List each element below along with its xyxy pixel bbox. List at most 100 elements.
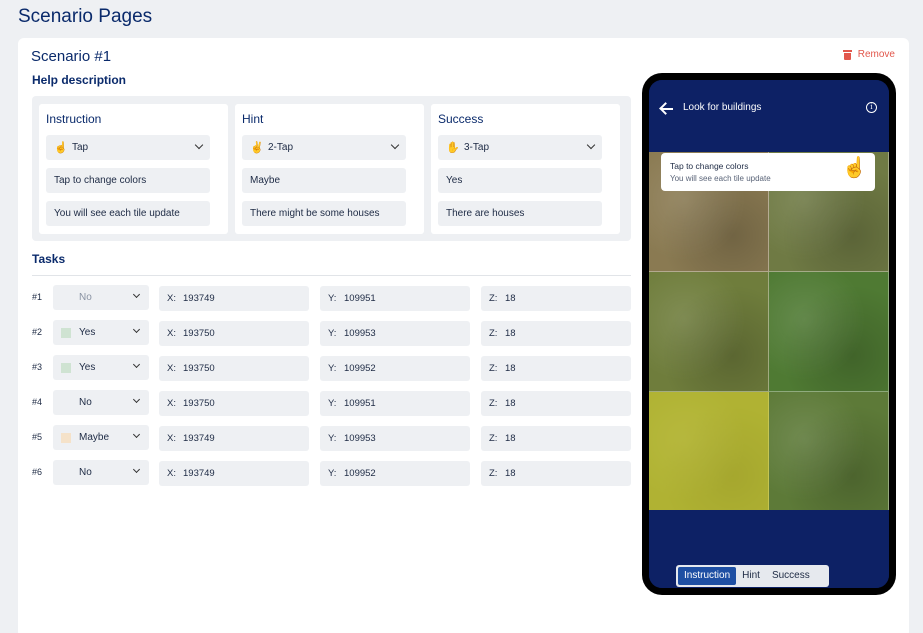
gesture-label: 2-Tap	[268, 142, 294, 153]
task-number: #4	[32, 397, 43, 407]
y-coordinate-field[interactable]: Y: 109952	[320, 461, 470, 486]
z-coordinate-field[interactable]: Z: 18	[481, 426, 631, 451]
z-coordinate-field[interactable]: Z: 18	[481, 461, 631, 486]
x-value: 193750	[183, 398, 215, 409]
y-coordinate-field[interactable]: Y: 109951	[320, 391, 470, 416]
answer-select[interactable]: No	[53, 390, 149, 415]
z-label: Z:	[489, 328, 498, 339]
chevron-down-icon	[586, 140, 596, 150]
answer-select[interactable]: No	[53, 460, 149, 485]
y-label: Y:	[328, 328, 337, 339]
help-text-field[interactable]: There might be some houses	[242, 201, 406, 226]
chevron-down-icon	[132, 465, 141, 474]
preview-tab-group: Instruction Hint Success	[676, 565, 829, 587]
tab-success[interactable]: Success	[766, 567, 816, 585]
help-column-title: Hint	[242, 112, 264, 126]
chevron-down-icon	[132, 395, 141, 404]
preview-title: Look for buildings	[683, 102, 762, 113]
tasks-divider	[32, 275, 631, 276]
task-row: #3 Yes X: 193750 Y: 109952 Z: 18	[32, 355, 632, 381]
back-arrow-icon[interactable]	[659, 102, 675, 116]
y-value: 109951	[344, 398, 376, 409]
answer-color-swatch	[61, 433, 71, 443]
x-coordinate-field[interactable]: X: 193750	[159, 356, 309, 381]
y-coordinate-field[interactable]: Y: 109952	[320, 356, 470, 381]
answer-select[interactable]: Yes	[53, 320, 149, 345]
z-value: 18	[505, 363, 516, 374]
x-label: X:	[167, 293, 176, 304]
gesture-select[interactable]: ✌ 2-Tap	[242, 135, 406, 160]
z-coordinate-field[interactable]: Z: 18	[481, 286, 631, 311]
x-label: X:	[167, 468, 176, 479]
gesture-select[interactable]: ✋ 3-Tap	[438, 135, 602, 160]
z-value: 18	[505, 468, 516, 479]
z-label: Z:	[489, 468, 498, 479]
gesture-label: Tap	[72, 142, 89, 153]
x-coordinate-field[interactable]: X: 193749	[159, 461, 309, 486]
chevron-down-icon	[390, 140, 400, 150]
x-coordinate-field[interactable]: X: 193750	[159, 321, 309, 346]
help-text-field[interactable]: Tap to change colors	[46, 168, 210, 193]
chevron-down-icon	[132, 430, 141, 439]
phone-screen: Look for buildings i Tap to change color…	[649, 80, 889, 588]
info-icon[interactable]: i	[866, 102, 877, 113]
task-number: #6	[32, 467, 43, 477]
x-coordinate-field[interactable]: X: 193750	[159, 391, 309, 416]
answer-color-swatch	[61, 328, 71, 338]
scenario-title: Scenario #1	[31, 48, 112, 65]
remove-label: Remove	[857, 49, 895, 60]
page-title: Scenario Pages	[18, 6, 153, 27]
y-coordinate-field[interactable]: Y: 109953	[320, 426, 470, 451]
x-label: X:	[167, 363, 176, 374]
answer-select[interactable]: Yes	[53, 355, 149, 380]
z-value: 18	[505, 398, 516, 409]
map-tile[interactable]	[649, 272, 769, 392]
tasks-heading: Tasks	[32, 252, 66, 266]
help-description-panel: Instruction ☝ Tap Tap to change colors You w…	[32, 96, 631, 241]
x-coordinate-field[interactable]: X: 193749	[159, 426, 309, 451]
z-value: 18	[505, 293, 516, 304]
phone-preview: Look for buildings i Tap to change color…	[642, 73, 896, 595]
y-value: 109952	[344, 468, 376, 479]
trash-icon	[842, 49, 852, 60]
task-row: #5 Maybe X: 193749 Y: 109953 Z: 18	[32, 425, 632, 451]
answer-label: Yes	[79, 327, 96, 338]
answer-select[interactable]: Maybe	[53, 425, 149, 450]
help-text-field[interactable]: Maybe	[242, 168, 406, 193]
x-coordinate-field[interactable]: X: 193749	[159, 286, 309, 311]
z-coordinate-field[interactable]: Z: 18	[481, 391, 631, 416]
y-label: Y:	[328, 293, 337, 304]
tile-color-overlay	[649, 392, 769, 510]
map-tile[interactable]	[769, 272, 889, 392]
scenario-card: Scenario #1 Remove Help description Inst…	[18, 38, 909, 633]
y-label: Y:	[328, 433, 337, 444]
y-coordinate-field[interactable]: Y: 109951	[320, 286, 470, 311]
z-coordinate-field[interactable]: Z: 18	[481, 356, 631, 381]
z-coordinate-field[interactable]: Z: 18	[481, 321, 631, 346]
z-value: 18	[505, 328, 516, 339]
answer-label: No	[79, 397, 92, 408]
help-text-field[interactable]: There are houses	[438, 201, 602, 226]
y-coordinate-field[interactable]: Y: 109953	[320, 321, 470, 346]
y-value: 109952	[344, 363, 376, 374]
answer-select[interactable]: No	[53, 285, 149, 310]
help-text-field[interactable]: Yes	[438, 168, 602, 193]
chevron-down-icon	[194, 140, 204, 150]
y-label: Y:	[328, 363, 337, 374]
z-label: Z:	[489, 293, 498, 304]
x-label: X:	[167, 398, 176, 409]
y-value: 109951	[344, 293, 376, 304]
help-column-instruction: Instruction ☝ Tap Tap to change colors You w…	[39, 104, 228, 234]
answer-label: No	[79, 292, 92, 303]
help-text-field[interactable]: You will see each tile update	[46, 201, 210, 226]
instruction-tooltip: Tap to change colors You will see each t…	[661, 153, 875, 191]
gesture-select[interactable]: ☝ Tap	[46, 135, 210, 160]
task-number: #5	[32, 432, 43, 442]
tab-hint[interactable]: Hint	[736, 567, 766, 585]
remove-scenario-button[interactable]: Remove	[842, 49, 895, 60]
help-column-success: Success ✋ 3-Tap Yes There are houses	[431, 104, 620, 234]
tab-instruction[interactable]: Instruction	[678, 567, 737, 585]
chevron-down-icon	[132, 360, 141, 369]
y-value: 109953	[344, 328, 376, 339]
map-tile[interactable]	[769, 392, 889, 510]
